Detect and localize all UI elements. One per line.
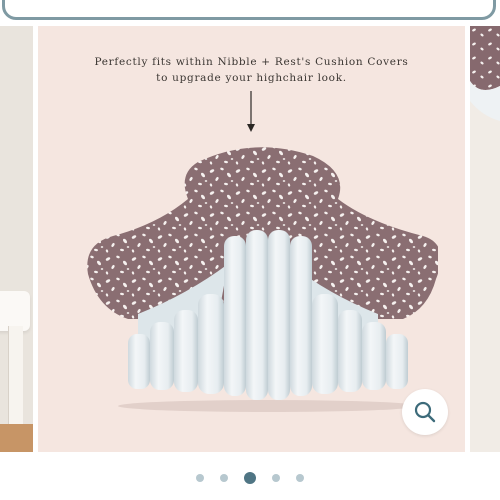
cushion-insert-product-image xyxy=(87,147,438,412)
pagination-dot-1[interactable] xyxy=(196,474,204,482)
slide-caption: Perfectly fits within Nibble + Rest's Cu… xyxy=(38,54,465,86)
next-slide-peek[interactable] xyxy=(470,26,500,452)
product-page: Perfectly fits within Nibble + Rest's Cu… xyxy=(0,0,500,500)
previous-slide-peek[interactable] xyxy=(0,26,33,452)
search-icon xyxy=(414,401,436,423)
arrow-down-icon xyxy=(247,91,255,132)
next-slide-product-image xyxy=(470,26,500,121)
carousel-pagination xyxy=(0,468,500,488)
pagination-dot-2[interactable] xyxy=(220,474,228,482)
wood-floor-image xyxy=(0,424,33,452)
product-image-carousel[interactable]: Perfectly fits within Nibble + Rest's Cu… xyxy=(0,26,500,452)
highchair-seat-image xyxy=(0,291,30,331)
pagination-dot-5[interactable] xyxy=(296,474,304,482)
current-slide[interactable]: Perfectly fits within Nibble + Rest's Cu… xyxy=(38,26,465,452)
header-bar xyxy=(0,0,500,26)
zoom-button[interactable] xyxy=(402,389,448,435)
caption-line-2: to upgrade your highchair look. xyxy=(156,72,347,84)
pagination-dot-3-active[interactable] xyxy=(244,472,256,484)
caption-line-1: Perfectly fits within Nibble + Rest's Cu… xyxy=(94,56,409,68)
pagination-dot-4[interactable] xyxy=(272,474,280,482)
search-bar[interactable] xyxy=(2,0,496,20)
